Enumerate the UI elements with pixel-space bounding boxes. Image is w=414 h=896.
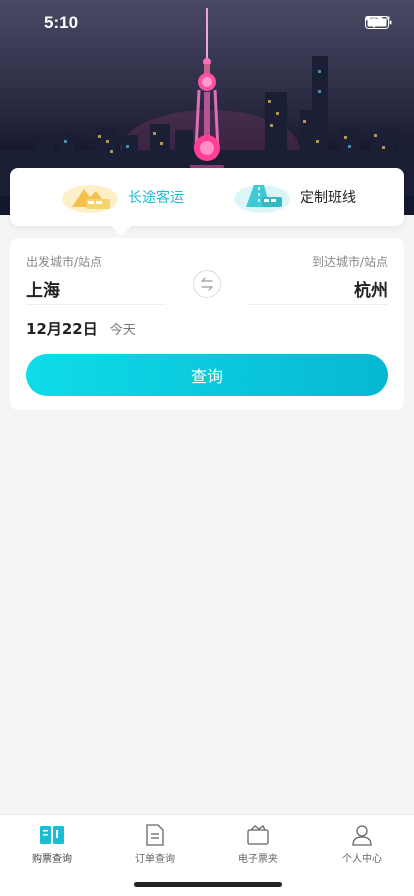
divider bbox=[248, 304, 388, 305]
order-doc-icon bbox=[146, 824, 164, 846]
tab-label: 购票查询 bbox=[32, 854, 72, 865]
person-icon bbox=[352, 825, 372, 846]
ticket-search-form: 出发城市/站点 到达城市/站点 上海 杭州 12月22日 今天 查询 bbox=[10, 238, 404, 410]
departure-caption: 出发城市/站点 bbox=[26, 255, 103, 269]
transport-mode-tabs: 长途客运 定制班线 bbox=[10, 168, 404, 226]
tab-label: 个人中心 bbox=[342, 854, 382, 865]
mountain-bus-icon bbox=[60, 177, 120, 217]
arrival-city-field[interactable]: 杭州 bbox=[354, 276, 388, 301]
tab-order-search[interactable]: 订单查询 bbox=[115, 823, 195, 865]
ticket-folder-icon bbox=[247, 825, 269, 845]
arrival-caption: 到达城市/站点 bbox=[311, 255, 388, 269]
departure-city-field[interactable]: 上海 bbox=[26, 276, 60, 301]
search-button[interactable]: 查询 bbox=[26, 354, 388, 396]
departure-date-picker[interactable]: 12月22日 今天 bbox=[26, 318, 136, 339]
tab-profile[interactable]: 个人中心 bbox=[322, 823, 402, 865]
tab-custom-route[interactable]: 定制班线 bbox=[232, 168, 356, 226]
tab-label: 长途客运 bbox=[128, 190, 184, 206]
status-time: 5:10 bbox=[44, 13, 79, 32]
ticket-book-icon bbox=[40, 826, 64, 844]
swap-arrows-icon bbox=[201, 277, 213, 291]
tab-long-distance-bus[interactable]: 长途客运 bbox=[60, 168, 184, 226]
relative-day-label: 今天 bbox=[109, 323, 136, 338]
tab-label: 订单查询 bbox=[135, 854, 175, 865]
road-bus-icon bbox=[232, 177, 292, 217]
departure-date: 12月22日 bbox=[26, 320, 98, 338]
home-indicator bbox=[134, 882, 282, 887]
tab-label: 定制班线 bbox=[300, 190, 356, 206]
divider bbox=[26, 304, 166, 305]
swap-cities-button[interactable] bbox=[193, 270, 221, 298]
status-bar: 5:10 bbox=[0, 0, 414, 44]
bottom-tab-bar: 购票查询 订单查询 电子票夹 个人中心 bbox=[0, 814, 414, 896]
tab-e-ticket-wallet[interactable]: 电子票夹 bbox=[218, 823, 298, 865]
tab-ticket-search[interactable]: 购票查询 bbox=[12, 823, 92, 865]
battery-icon bbox=[365, 16, 392, 29]
tab-label: 电子票夹 bbox=[238, 854, 278, 865]
